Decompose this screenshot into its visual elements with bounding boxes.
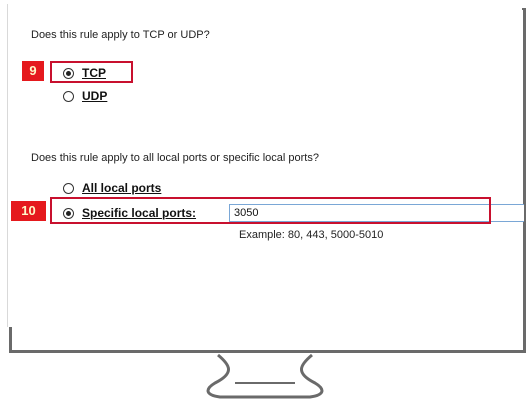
all-local-ports-label[interactable]: All local ports bbox=[82, 181, 161, 195]
ports-example-hint: Example: 80, 443, 5000-5010 bbox=[239, 229, 384, 241]
udp-radio-label[interactable]: UDP bbox=[82, 89, 107, 103]
wizard-panel: Does this rule apply to TCP or UDP? TCP … bbox=[7, 4, 524, 327]
all-local-ports-option[interactable]: All local ports bbox=[63, 180, 161, 196]
step-10-highlight bbox=[50, 197, 491, 224]
ports-question: Does this rule apply to all local ports … bbox=[31, 152, 319, 164]
step-9-highlight bbox=[50, 61, 133, 83]
udp-radio-option[interactable]: UDP bbox=[63, 88, 107, 104]
protocol-question: Does this rule apply to TCP or UDP? bbox=[31, 29, 210, 41]
all-local-ports-radio-button[interactable] bbox=[63, 182, 74, 194]
step-9-badge: 9 bbox=[22, 61, 44, 81]
monitor-stand-icon bbox=[206, 353, 324, 399]
udp-radio-button[interactable] bbox=[63, 90, 74, 102]
step-10-badge: 10 bbox=[11, 201, 46, 221]
